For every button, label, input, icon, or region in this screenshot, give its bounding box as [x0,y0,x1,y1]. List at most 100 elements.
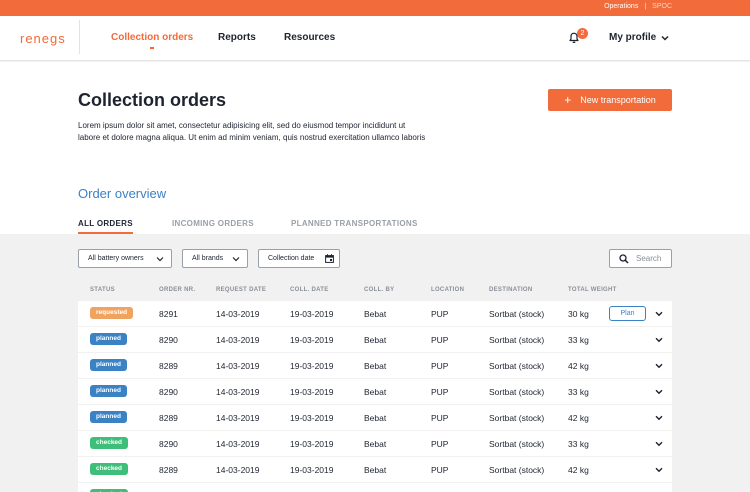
th-request-date[interactable]: REQUEST DATE [216,287,266,293]
cell-location: PUP [431,439,449,449]
tab-planned-transportations[interactable]: PLANNED TRANSPORTATIONS [291,219,418,228]
table-header: STATUS ORDER NR. REQUEST DATE COLL. DATE… [78,287,672,299]
table-row[interactable]: checked 8289 14-03-2019 19-03-2019 Bebat PUP S… [78,457,672,482]
status-badge: checked [90,437,129,449]
cell-location: PUP [431,361,449,371]
th-order-nr[interactable]: ORDER NR. [159,287,195,293]
status-badge: checked [90,463,129,475]
top-links: Operations | SPOC [604,3,672,10]
cell-destination: Sortbat (stock) [489,465,545,475]
th-destination[interactable]: DESTINATION [489,287,533,293]
cell-order-nr: 8289 [159,465,178,475]
cell-coll-date: 19-03-2019 [290,413,334,423]
logo[interactable]: renegs [20,31,66,46]
chevron-down-icon[interactable] [655,441,663,447]
th-total-weight[interactable]: TOTAL WEIGHT [568,287,617,293]
table-row[interactable]: checked 8290 14-03-2019 19-03-2019 Bebat PUP S… [78,431,672,456]
cell-destination: Sortbat (stock) [489,439,545,449]
chevron-down-icon[interactable] [655,467,663,473]
status-badge: planned [90,333,127,345]
table-row[interactable]: planned 8289 14-03-2019 19-03-2019 Bebat PUP S… [78,405,672,430]
cell-location: PUP [431,465,449,475]
battery-owners-filter[interactable]: All battery owners [78,249,172,268]
collection-date-label: Collection date [268,255,315,262]
plus-icon: + [564,93,572,107]
nav-reports[interactable]: Reports [218,32,256,43]
nav-resources[interactable]: Resources [284,32,335,43]
th-coll-date[interactable]: COLL. DATE [290,287,329,293]
search-placeholder: Search [636,254,662,263]
cell-coll-by: Bebat [364,335,387,345]
top-strip: Operations | SPOC [0,0,750,16]
cell-destination: Sortbat (stock) [489,335,545,345]
chevron-down-icon[interactable] [655,337,663,343]
cell-request-date: 14-03-2019 [216,413,260,423]
navbar: renegs Collection orders Reports Resourc… [0,16,750,61]
spoc-link[interactable]: SPOC [652,3,672,10]
th-status[interactable]: STATUS [90,287,115,293]
cell-total-weight: 33 kg [568,335,589,345]
table-row[interactable]: planned 8290 14-03-2019 19-03-2019 Bebat PUP S… [78,327,672,352]
table-row[interactable]: planned 8290 14-03-2019 19-03-2019 Bebat PUP S… [78,379,672,404]
cell-destination: Sortbat (stock) [489,387,545,397]
table-row[interactable]: checked [78,483,672,492]
battery-owners-label: All battery owners [88,255,144,262]
cell-location: PUP [431,335,449,345]
cell-coll-date: 19-03-2019 [290,335,334,345]
chevron-down-icon[interactable] [655,389,663,395]
chevron-down-icon[interactable] [655,415,663,421]
status-badge: planned [90,411,127,423]
brands-filter[interactable]: All brands [182,249,248,268]
cell-request-date: 14-03-2019 [216,439,260,449]
tab-incoming-orders[interactable]: INCOMING ORDERS [172,219,254,228]
cell-total-weight: 42 kg [568,413,589,423]
th-location[interactable]: LOCATION [431,287,464,293]
cell-coll-by: Bebat [364,465,387,475]
cell-order-nr: 8290 [159,439,178,449]
cell-request-date: 14-03-2019 [216,309,260,319]
table-row[interactable]: planned 8289 14-03-2019 19-03-2019 Bebat PUP S… [78,353,672,378]
cell-request-date: 14-03-2019 [216,465,260,475]
new-transportation-button[interactable]: + New transportation [548,89,672,111]
cell-order-nr: 8289 [159,413,178,423]
cell-location: PUP [431,387,449,397]
cell-total-weight: 42 kg [568,361,589,371]
cell-coll-by: Bebat [364,361,387,371]
plan-button[interactable]: Plan [609,306,646,321]
section-title: Order overview [78,186,167,201]
cell-destination: Sortbat (stock) [489,309,545,319]
chevron-down-icon[interactable] [655,363,663,369]
search-input[interactable]: Search [609,249,672,268]
orders-table: requested 8291 14-03-2019 19-03-2019 Bebat PU… [78,301,672,492]
chevron-down-icon [232,257,240,262]
page-description: Lorem ipsum dolor sit amet, consectetur … [78,121,426,142]
status-badge: requested [90,307,134,319]
cell-request-date: 14-03-2019 [216,361,260,371]
filter-bar: All battery owners All brands Collection… [0,234,750,284]
chevron-down-icon[interactable] [655,311,663,317]
cell-destination: Sortbat (stock) [489,361,545,371]
operations-link[interactable]: Operations [604,3,638,10]
chevron-down-icon[interactable] [660,34,670,42]
cell-coll-date: 19-03-2019 [290,465,334,475]
notification-badge: 2 [577,28,588,39]
cell-order-nr: 8289 [159,361,178,371]
calendar-icon [325,254,334,263]
page-header: Collection orders Lorem ipsum dolor sit … [0,62,750,234]
cell-coll-by: Bebat [364,309,387,319]
cell-total-weight: 33 kg [568,387,589,397]
th-coll-by[interactable]: COLL. BY [364,287,394,293]
collection-date-filter[interactable]: Collection date [258,249,340,268]
nav-collection-orders[interactable]: Collection orders [111,32,193,43]
brands-label: All brands [192,255,224,262]
separator: | [644,3,647,10]
cell-order-nr: 8290 [159,387,178,397]
status-badge: planned [90,359,127,371]
table-row[interactable]: requested 8291 14-03-2019 19-03-2019 Bebat PU… [78,301,672,326]
tab-all-orders[interactable]: ALL ORDERS [78,219,133,234]
cell-request-date: 14-03-2019 [216,387,260,397]
status-badge: planned [90,385,127,397]
cell-total-weight: 33 kg [568,439,589,449]
cell-coll-date: 19-03-2019 [290,309,334,319]
profile-menu[interactable]: My profile [609,32,656,43]
